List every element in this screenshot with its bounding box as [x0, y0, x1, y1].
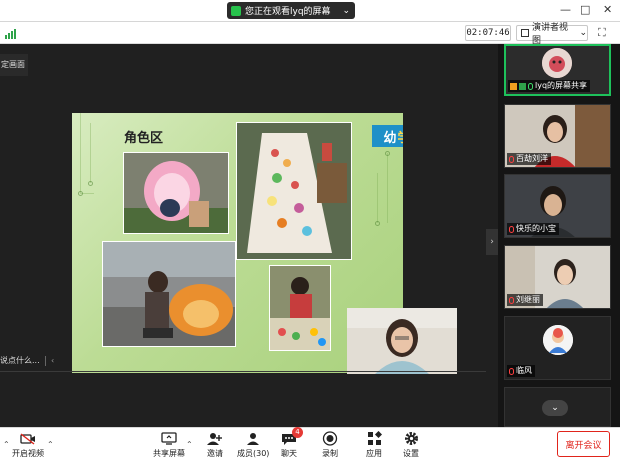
slide-photo-child-playing	[269, 265, 331, 351]
mic-muted-icon	[509, 225, 514, 233]
chevron-up-icon[interactable]: ⌃	[3, 440, 10, 449]
chevron-down-icon: ⌄	[579, 28, 587, 38]
child-playing-illustration	[270, 266, 330, 350]
participant-tile[interactable]: lyq的屏幕共享	[504, 44, 611, 96]
outdoor-tent-illustration	[103, 242, 235, 346]
gallery-scroll-down-button[interactable]: ⌄	[542, 400, 568, 416]
participant-name: 临风	[516, 366, 532, 375]
participant-name: 百劫刘洋	[516, 154, 548, 163]
participant-gallery: lyq的屏幕共享 百劫刘洋 快乐的小宝 刘继丽 临风 ⌄	[498, 44, 620, 427]
slide-title: 角色区	[124, 131, 164, 146]
add-user-icon	[207, 431, 223, 446]
host-icon	[510, 82, 517, 90]
avatar	[543, 325, 573, 355]
chat-label: 聊天	[281, 449, 297, 458]
participant-tile[interactable]: 百劫刘洋	[504, 104, 611, 168]
chat-unread-badge: 4	[292, 427, 303, 438]
chevron-left-icon[interactable]: ‹	[51, 354, 54, 368]
participant-name-tag: 刘继丽	[507, 294, 543, 306]
fix-screen-button[interactable]: 定画面	[0, 54, 28, 76]
gear-icon	[403, 431, 419, 446]
apps-label: 应用	[366, 449, 382, 458]
logo-char: 幼	[383, 130, 397, 146]
share-screen-icon	[161, 431, 177, 446]
settings-button[interactable]: 设置	[403, 431, 419, 459]
share-screen-button[interactable]: 共享屏幕	[153, 431, 185, 459]
school-logo: 幼 学 早 教	[372, 125, 403, 147]
invite-label: 邀请	[207, 449, 223, 458]
logo-char: 学	[397, 127, 403, 146]
chat-button[interactable]: 4 聊天	[281, 427, 303, 459]
share-screen-label: 共享屏幕	[153, 449, 185, 458]
participant-name: 刘继丽	[516, 295, 540, 304]
shared-screen-area: 定画面 角色区 幼 学 早 教	[0, 44, 498, 427]
divider	[0, 371, 486, 372]
title-bar: 您正在观看lyq的屏幕 ⌄ — □ ✕	[0, 0, 620, 22]
participant-name: lyq的屏幕共享	[535, 81, 588, 90]
invite-button[interactable]: 邀请	[207, 431, 223, 459]
screen-share-icon	[519, 82, 526, 90]
restore-button[interactable]: □	[580, 3, 590, 16]
participant-tile[interactable]: 快乐的小宝	[504, 174, 611, 238]
video-toggle-label: 开启视频	[12, 449, 44, 458]
leave-meeting-button[interactable]: 离开会议	[557, 431, 610, 457]
meeting-controls-bar: ⌃ 开启视频 ⌃ 共享屏幕 ⌃ 邀请 成员(30) 4 聊天 录制 应用 设置 …	[0, 427, 620, 465]
speaker-view-button[interactable]: 演讲者视图 ⌄	[516, 23, 588, 46]
participant-name-tag: 百劫刘洋	[507, 153, 551, 165]
collapse-gallery-button[interactable]: ›	[486, 229, 498, 255]
screen-share-icon	[231, 5, 241, 16]
mic-icon	[528, 82, 533, 90]
chat-preview-bar[interactable]: 说点什么... ‹	[0, 354, 60, 368]
presenter-webcam	[347, 308, 457, 374]
meeting-window: 您正在观看lyq的屏幕 ⌄ — □ ✕ 02:07:46 演讲者视图 ⌄ ⛶ 定…	[0, 0, 620, 465]
meeting-timer: 02:07:46	[465, 25, 511, 41]
video-toggle-button[interactable]: 开启视频	[12, 431, 44, 459]
slide-photo-market-table	[236, 122, 352, 260]
viewing-screen-label: 您正在观看lyq的屏幕	[245, 7, 331, 17]
slide-photo-outdoor-tent	[102, 241, 236, 347]
participant-name-tag: 快乐的小宝	[507, 223, 559, 235]
participant-tile[interactable]: 刘继丽	[504, 245, 611, 309]
slide-photo-play-tent	[123, 152, 229, 234]
chevron-up-icon[interactable]: ⌃	[186, 440, 193, 449]
settings-label: 设置	[403, 449, 419, 458]
presenter-video	[347, 308, 457, 374]
chat-icon: 4	[281, 427, 303, 446]
record-label: 录制	[322, 449, 338, 458]
record-icon	[322, 431, 338, 446]
meeting-info-bar: 02:07:46 演讲者视图 ⌄ ⛶	[0, 22, 620, 46]
chevron-up-icon[interactable]: ⌃	[47, 440, 54, 449]
signal-strength-icon[interactable]	[5, 28, 17, 39]
apps-button[interactable]: 应用	[366, 431, 382, 459]
apps-icon	[366, 431, 382, 446]
viewing-screen-indicator[interactable]: 您正在观看lyq的屏幕 ⌄	[227, 2, 355, 19]
play-tent-illustration	[124, 153, 228, 233]
mic-muted-icon	[509, 155, 514, 163]
participants-icon	[245, 431, 261, 446]
participant-name-tag: 临风	[507, 365, 535, 377]
participants-label: 成员(30)	[237, 449, 270, 458]
record-button[interactable]: 录制	[322, 431, 338, 459]
close-button[interactable]: ✕	[603, 3, 612, 16]
fullscreen-icon[interactable]: ⛶	[598, 26, 606, 40]
participant-name-tag: lyq的屏幕共享	[508, 80, 591, 92]
divider	[45, 356, 46, 366]
grid-layout-icon	[521, 29, 529, 37]
chevron-down-icon[interactable]: ⌄	[342, 6, 350, 16]
participant-name: 快乐的小宝	[516, 224, 556, 233]
market-table-illustration	[237, 123, 351, 259]
minimize-button[interactable]: —	[560, 3, 571, 16]
mic-muted-icon	[509, 367, 514, 375]
video-off-icon	[20, 431, 36, 446]
chat-preview-text: 说点什么...	[0, 356, 40, 365]
participant-tile[interactable]: 临风	[504, 316, 611, 380]
participants-button[interactable]: 成员(30)	[237, 431, 269, 459]
speaker-view-label: 演讲者视图	[531, 23, 568, 46]
avatar	[542, 48, 572, 78]
mic-muted-icon	[509, 296, 514, 304]
